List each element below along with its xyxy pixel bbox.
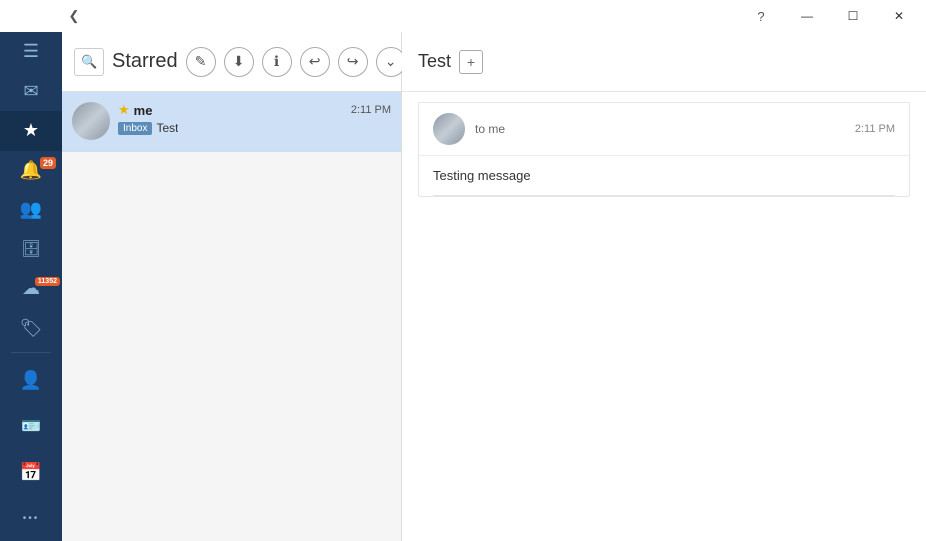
email-sender-row: ★ me	[118, 102, 152, 118]
sidebar-item-inbox[interactable]: ✉	[0, 72, 62, 112]
hamburger-icon: ☰	[23, 41, 39, 62]
contact-card-icon: 🪪	[21, 416, 41, 436]
next-button[interactable]: ↪	[338, 47, 368, 77]
inbox-icon: ✉	[23, 81, 38, 102]
sidebar-item-cloud[interactable]: ☁ 11352	[0, 269, 62, 309]
sidebar-item-tags[interactable]: 🏷	[0, 309, 62, 349]
right-panel: Test + to me 2:11 PM Testing message	[402, 32, 926, 541]
sidebar: ☰ ✉ ★ 🔔 29 👥 🗄 ☁ 11352 🏷 👤	[0, 32, 62, 541]
search-box[interactable]: 🔍	[74, 48, 104, 76]
list-item[interactable]: ★ me 2:11 PM Inbox Test	[62, 92, 401, 152]
thread-title: Test	[418, 51, 451, 72]
title-bar: ❮ ? — ☐ ✕	[0, 0, 926, 32]
sidebar-item-calendar[interactable]: 📅	[0, 449, 62, 495]
cloud-badge: 11352	[35, 277, 60, 286]
message-divider	[433, 195, 895, 196]
minimize-button[interactable]: —	[784, 0, 830, 32]
message-container: to me 2:11 PM Testing message	[402, 92, 926, 541]
sidebar-divider	[11, 352, 51, 353]
sidebar-item-contacts[interactable]: 👥	[0, 190, 62, 230]
back-button[interactable]: ❮	[60, 0, 88, 32]
middle-panel: 🔍 Starred ✎ ⬇ ℹ ↩ ↪ ⌄ ★ me	[62, 32, 402, 541]
email-content: ★ me 2:11 PM Inbox Test	[118, 102, 391, 135]
sidebar-item-menu[interactable]: ☰	[0, 32, 62, 72]
help-button[interactable]: ?	[738, 0, 784, 32]
person-icon: 👤	[20, 370, 42, 391]
contacts-icon: 👥	[20, 199, 42, 220]
star-icon: ★	[23, 120, 39, 141]
prev-button[interactable]: ↩	[300, 47, 330, 77]
bell-icon: 🔔	[20, 160, 42, 181]
app-container: ☰ ✉ ★ 🔔 29 👥 🗄 ☁ 11352 🏷 👤	[0, 0, 926, 541]
toolbar: 🔍 Starred ✎ ⬇ ℹ ↩ ↪ ⌄	[62, 32, 401, 92]
close-button[interactable]: ✕	[876, 0, 922, 32]
email-tags: Inbox Test	[118, 121, 391, 135]
avatar-blur	[433, 113, 465, 145]
page-title: Starred	[112, 50, 178, 73]
edit-button[interactable]: ✎	[186, 47, 216, 77]
email-time: 2:11 PM	[351, 104, 391, 116]
title-bar-controls: ? — ☐ ✕	[738, 0, 922, 32]
avatar	[72, 102, 110, 140]
message-avatar	[433, 113, 465, 145]
email-subject: Test	[156, 121, 178, 135]
avatar-image	[72, 102, 110, 140]
email-list: ★ me 2:11 PM Inbox Test	[62, 92, 401, 541]
tags-icon: 🏷	[20, 318, 43, 339]
right-header: Test +	[402, 32, 926, 92]
sidebar-item-person[interactable]: 👤	[0, 357, 62, 403]
briefcase-icon: 🗄	[21, 239, 41, 259]
sidebar-item-more[interactable]: •••	[0, 495, 62, 541]
download-button[interactable]: ⬇	[224, 47, 254, 77]
title-bar-nav: ❮	[60, 0, 88, 32]
message-to: to me	[475, 122, 505, 136]
email-sender: me	[134, 103, 153, 118]
more-icon: •••	[23, 513, 40, 524]
search-icon: 🔍	[81, 54, 97, 70]
add-tab-button[interactable]: +	[459, 50, 483, 74]
sidebar-item-notifications[interactable]: 🔔 29	[0, 151, 62, 191]
message-header: to me 2:11 PM	[419, 103, 909, 156]
sidebar-item-starred[interactable]: ★	[0, 111, 62, 151]
message-meta: to me	[475, 120, 845, 138]
starred-icon: ★	[118, 102, 130, 118]
message-card: to me 2:11 PM Testing message	[418, 102, 910, 197]
message-timestamp: 2:11 PM	[855, 123, 895, 135]
calendar-icon: 📅	[20, 462, 42, 483]
notification-badge: 29	[40, 157, 56, 169]
sidebar-bottom: 👤 🪪 📅 •••	[0, 348, 62, 541]
sidebar-item-contact-card[interactable]: 🪪	[0, 403, 62, 449]
email-header-row: ★ me 2:11 PM	[118, 102, 391, 118]
tag-inbox: Inbox	[118, 122, 152, 135]
info-button[interactable]: ℹ	[262, 47, 292, 77]
sidebar-item-work[interactable]: 🗄	[0, 230, 62, 270]
message-body: Testing message	[419, 156, 909, 195]
maximize-button[interactable]: ☐	[830, 0, 876, 32]
